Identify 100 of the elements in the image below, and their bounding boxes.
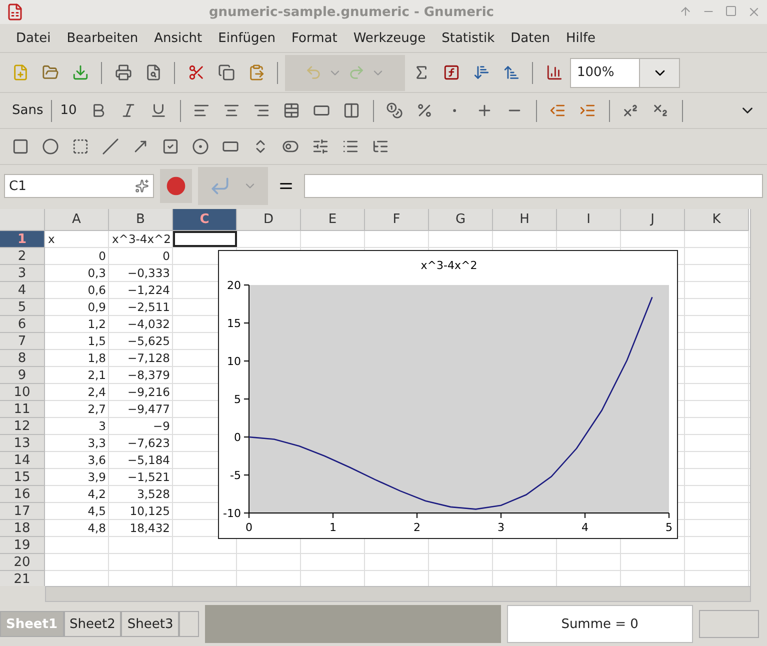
table-cell[interactable]: 4,2 <box>45 486 109 502</box>
font-size[interactable]: 10 <box>54 103 83 118</box>
row-header[interactable]: 4 <box>0 282 45 299</box>
menu-item[interactable]: Werkzeuge <box>345 26 434 50</box>
row-header[interactable]: 13 <box>0 435 45 452</box>
table-cell[interactable]: −2,511 <box>109 299 173 315</box>
table-cell[interactable]: −5,184 <box>109 452 173 468</box>
menu-item[interactable]: Ansicht <box>146 26 210 50</box>
table-cell[interactable]: 3,528 <box>109 486 173 502</box>
x-tick-label: 1 <box>330 521 336 534</box>
row-header[interactable]: 16 <box>0 486 45 503</box>
table-cell[interactable]: 1,5 <box>45 333 109 349</box>
menu-item[interactable]: Daten <box>502 26 558 50</box>
y-tick-label: 5 <box>234 393 241 406</box>
stop-icon[interactable] <box>166 176 186 196</box>
row-header[interactable]: 5 <box>0 299 45 316</box>
table-cell[interactable]: 1,8 <box>45 350 109 366</box>
table-cell[interactable]: 4,8 <box>45 520 109 536</box>
row-header[interactable]: 1 <box>0 231 45 248</box>
menu-item[interactable]: Format <box>284 26 346 50</box>
table-cell[interactable]: 1,2 <box>45 316 109 332</box>
table-cell[interactable]: 0,6 <box>45 282 109 298</box>
row-header[interactable]: 7 <box>0 333 45 350</box>
table-cell[interactable]: 3 <box>45 418 109 434</box>
column-header[interactable]: K <box>685 209 749 231</box>
table-cell[interactable]: 3,6 <box>45 452 109 468</box>
column-header[interactable]: H <box>493 209 557 231</box>
selected-cell[interactable] <box>173 231 237 247</box>
sheet-tab[interactable]: Sheet3 <box>121 611 180 637</box>
row-header[interactable]: 17 <box>0 503 45 520</box>
menu-item[interactable]: Einfügen <box>210 26 284 50</box>
table-cell[interactable]: x <box>45 231 109 247</box>
table-cell[interactable]: −5,625 <box>109 333 173 349</box>
table-cell[interactable]: −0,333 <box>109 265 173 281</box>
column-header[interactable]: C <box>173 209 237 231</box>
row-header[interactable]: 19 <box>0 537 45 554</box>
sheet-tab[interactable]: Sheet2 <box>64 611 122 637</box>
zoom-combo[interactable]: 100% <box>570 58 680 88</box>
table-cell[interactable]: −9,477 <box>109 401 173 417</box>
table-cell[interactable]: 10,125 <box>109 503 173 519</box>
menu-item[interactable]: Statistik <box>434 26 503 50</box>
menu-item[interactable]: Datei <box>8 26 59 50</box>
table-cell[interactable]: 3,3 <box>45 435 109 451</box>
row-header[interactable]: 14 <box>0 452 45 469</box>
column-header[interactable]: J <box>621 209 685 231</box>
x-tick-label: 0 <box>246 521 252 534</box>
row-header[interactable]: 11 <box>0 401 45 418</box>
horizontal-scrollbar[interactable] <box>45 586 751 602</box>
table-cell[interactable]: x^3-4x^2 <box>109 231 173 247</box>
column-header[interactable]: F <box>365 209 429 231</box>
row-header[interactable]: 15 <box>0 469 45 486</box>
table-cell[interactable]: 2,1 <box>45 367 109 383</box>
menu-item[interactable]: Bearbeiten <box>58 26 146 50</box>
row-header[interactable]: 6 <box>0 316 45 333</box>
table-cell[interactable]: −1,521 <box>109 469 173 485</box>
table-cell[interactable]: −7,128 <box>109 350 173 366</box>
table-cell[interactable]: 2,4 <box>45 384 109 400</box>
column-header[interactable]: G <box>429 209 493 231</box>
column-header[interactable]: D <box>237 209 301 231</box>
table-cell[interactable]: 0,9 <box>45 299 109 315</box>
sparkle-icon[interactable] <box>135 179 149 193</box>
cancel-button[interactable] <box>160 169 192 203</box>
column-header[interactable]: I <box>557 209 621 231</box>
table-cell[interactable]: 2,7 <box>45 401 109 417</box>
row-header[interactable]: 8 <box>0 350 45 367</box>
table-cell[interactable]: −7,623 <box>109 435 173 451</box>
y-tick-label: -10 <box>223 507 241 520</box>
table-cell[interactable]: 0 <box>109 248 173 264</box>
column-header[interactable]: E <box>301 209 365 231</box>
table-cell[interactable]: 0,3 <box>45 265 109 281</box>
table-cell[interactable]: −8,379 <box>109 367 173 383</box>
row-header[interactable]: 10 <box>0 384 45 401</box>
y-tick-label: 20 <box>227 279 241 292</box>
row-header[interactable]: 3 <box>0 265 45 282</box>
y-tick-label: 0 <box>234 431 241 444</box>
table-cell[interactable]: 4,5 <box>45 503 109 519</box>
row-header[interactable]: 12 <box>0 418 45 435</box>
table-cell[interactable]: −9,216 <box>109 384 173 400</box>
menu-item[interactable]: Hilfe <box>558 26 604 50</box>
x-tick-label: 2 <box>414 521 420 534</box>
font-name[interactable]: Sans <box>6 103 50 118</box>
x-tick-label: 4 <box>582 521 588 534</box>
row-header[interactable]: 2 <box>0 248 45 265</box>
formula-input[interactable] <box>304 174 763 198</box>
chart-frame[interactable]: x^3-4x^2 -10 -5 0 5 10 15 20 0 1 2 3 4 5 <box>218 250 678 539</box>
corner-cell[interactable] <box>0 209 45 231</box>
row-header[interactable]: 20 <box>0 554 45 571</box>
table-cell[interactable]: −4,032 <box>109 316 173 332</box>
table-cell[interactable]: 3,9 <box>45 469 109 485</box>
table-cell[interactable]: −9 <box>109 418 173 434</box>
cell-reference-field[interactable]: C1 <box>4 174 154 198</box>
table-cell[interactable]: 18,432 <box>109 520 173 536</box>
table-cell[interactable]: 0 <box>45 248 109 264</box>
row-header[interactable]: 18 <box>0 520 45 537</box>
row-header[interactable]: 21 <box>0 571 45 586</box>
column-header[interactable]: B <box>109 209 173 231</box>
app-icon <box>6 3 24 21</box>
column-header[interactable]: A <box>45 209 109 231</box>
table-cell[interactable]: −1,224 <box>109 282 173 298</box>
row-header[interactable]: 9 <box>0 367 45 384</box>
